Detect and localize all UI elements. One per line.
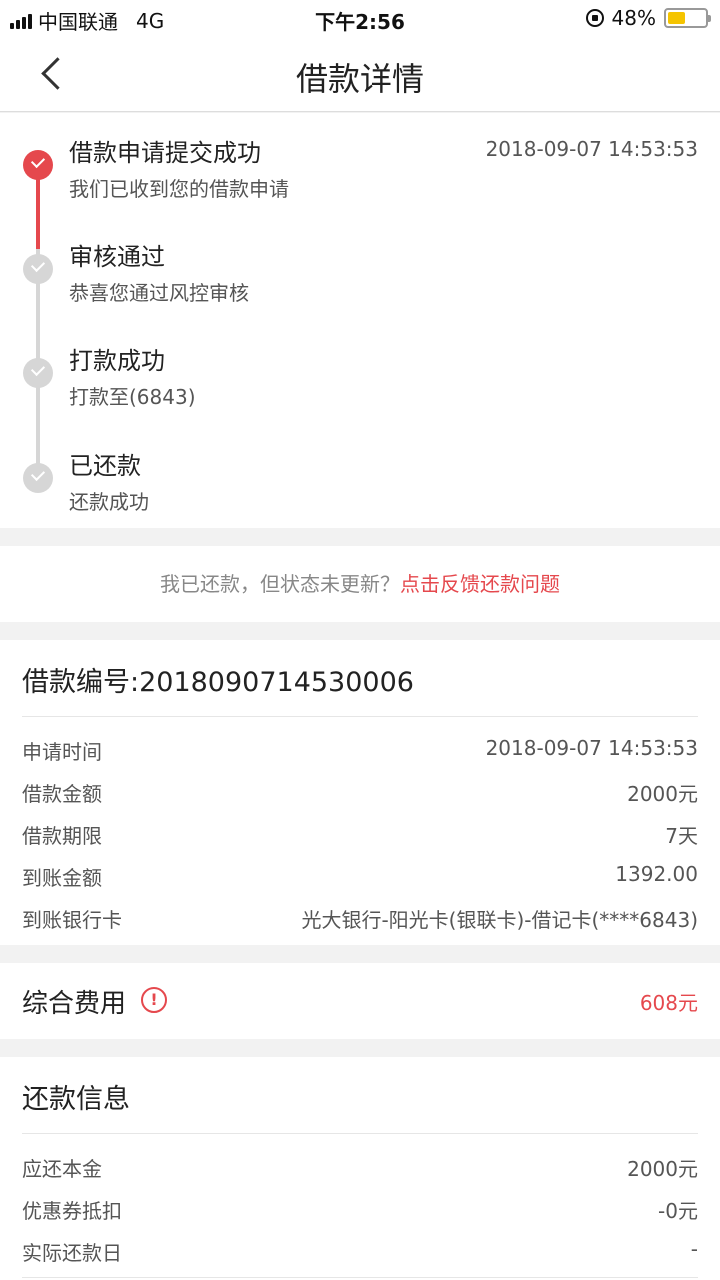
progress-step-submitted: 借款申请提交成功 我们已收到您的借款申请 2018-09-07 14:53:53: [0, 133, 720, 233]
page-title: 借款详情: [295, 60, 424, 98]
step-desc: 我们已收到您的借款申请: [69, 177, 289, 201]
info-row-apply-time: 申请时间 2018-09-07 14:53:53: [22, 736, 698, 766]
info-row-principal: 应还本金 2000元: [22, 1153, 698, 1183]
row-value: -0元: [658, 1199, 698, 1223]
progress-step-repaid: 已还款 还款成功: [0, 446, 720, 546]
step-title: 审核通过: [69, 243, 165, 271]
step-desc: 还款成功: [69, 490, 149, 514]
loan-number: 借款编号:2018090714530006: [22, 667, 414, 698]
info-row-term: 借款期限 7天: [22, 820, 698, 850]
status-bar: 中国联通 4G 下午2:56 48%: [0, 0, 720, 36]
feedback-link[interactable]: 点击反馈还款问题: [400, 572, 560, 596]
step-title: 借款申请提交成功: [69, 139, 261, 167]
row-value: 1392.00: [615, 862, 698, 886]
info-icon[interactable]: !: [141, 987, 167, 1013]
row-label: 到账金额: [22, 866, 102, 890]
fee-value: 608元: [639, 991, 698, 1015]
loan-progress-card: 借款申请提交成功 我们已收到您的借款申请 2018-09-07 14:53:53…: [0, 113, 720, 528]
row-value: -: [690, 1237, 698, 1261]
row-label: 实际还款日: [22, 1241, 122, 1265]
step-title: 打款成功: [69, 347, 165, 375]
repay-feedback-bar: 我已还款，但状态未更新？点击反馈还款问题: [0, 546, 720, 622]
divider: [22, 1133, 698, 1134]
rotation-lock-icon: [585, 9, 604, 27]
divider: [22, 716, 698, 717]
row-label: 申请时间: [22, 740, 102, 764]
progress-step-paid: 打款成功 打款至(6843): [0, 341, 720, 441]
status-right: 48%: [585, 6, 711, 30]
row-label: 借款期限: [22, 824, 102, 848]
row-value: 2000元: [627, 782, 698, 806]
check-icon: [23, 254, 53, 284]
row-value: 2000元: [627, 1157, 698, 1181]
progress-step-approved: 审核通过 恭喜您通过风控审核: [0, 237, 720, 337]
row-value: 光大银行-阳光卡(银联卡)-借记卡(****6843): [301, 908, 698, 932]
divider: [22, 1277, 698, 1278]
step-desc: 恭喜您通过风控审核: [69, 281, 249, 305]
check-icon: [23, 150, 53, 180]
loan-info-card: 借款编号:2018090714530006 申请时间 2018-09-07 14…: [0, 640, 720, 945]
nav-bar: 借款详情: [0, 36, 720, 112]
check-icon: [23, 463, 53, 493]
info-row-amount: 借款金额 2000元: [22, 778, 698, 808]
repay-title: 还款信息: [22, 1084, 130, 1115]
fee-label: 综合费用: [22, 989, 127, 1019]
info-row-received: 到账金额 1392.00: [22, 862, 698, 892]
row-value: 2018-09-07 14:53:53: [485, 736, 698, 760]
row-label: 优惠券抵扣: [22, 1199, 122, 1223]
repay-info-card: 还款信息 应还本金 2000元 优惠券抵扣 -0元 实际还款日 -: [0, 1057, 720, 1280]
step-desc: 打款至(6843): [69, 385, 196, 409]
info-row-bank-card: 到账银行卡 光大银行-阳光卡(银联卡)-借记卡(****6843): [22, 904, 698, 934]
check-icon: [23, 358, 53, 388]
info-row-repay-date: 实际还款日 -: [22, 1237, 698, 1267]
row-value: 7天: [665, 824, 698, 848]
fee-row[interactable]: 综合费用 ! 608元: [0, 963, 720, 1039]
step-title: 已还款: [69, 452, 141, 480]
row-label: 应还本金: [22, 1157, 102, 1181]
info-row-coupon: 优惠券抵扣 -0元: [22, 1195, 698, 1225]
battery-percent: 48%: [611, 6, 656, 30]
battery-icon: [664, 8, 711, 28]
feedback-prompt: 我已还款，但状态未更新？: [160, 572, 400, 596]
step-time: 2018-09-07 14:53:53: [485, 137, 698, 161]
row-label: 借款金额: [22, 782, 102, 806]
row-label: 到账银行卡: [22, 908, 122, 932]
